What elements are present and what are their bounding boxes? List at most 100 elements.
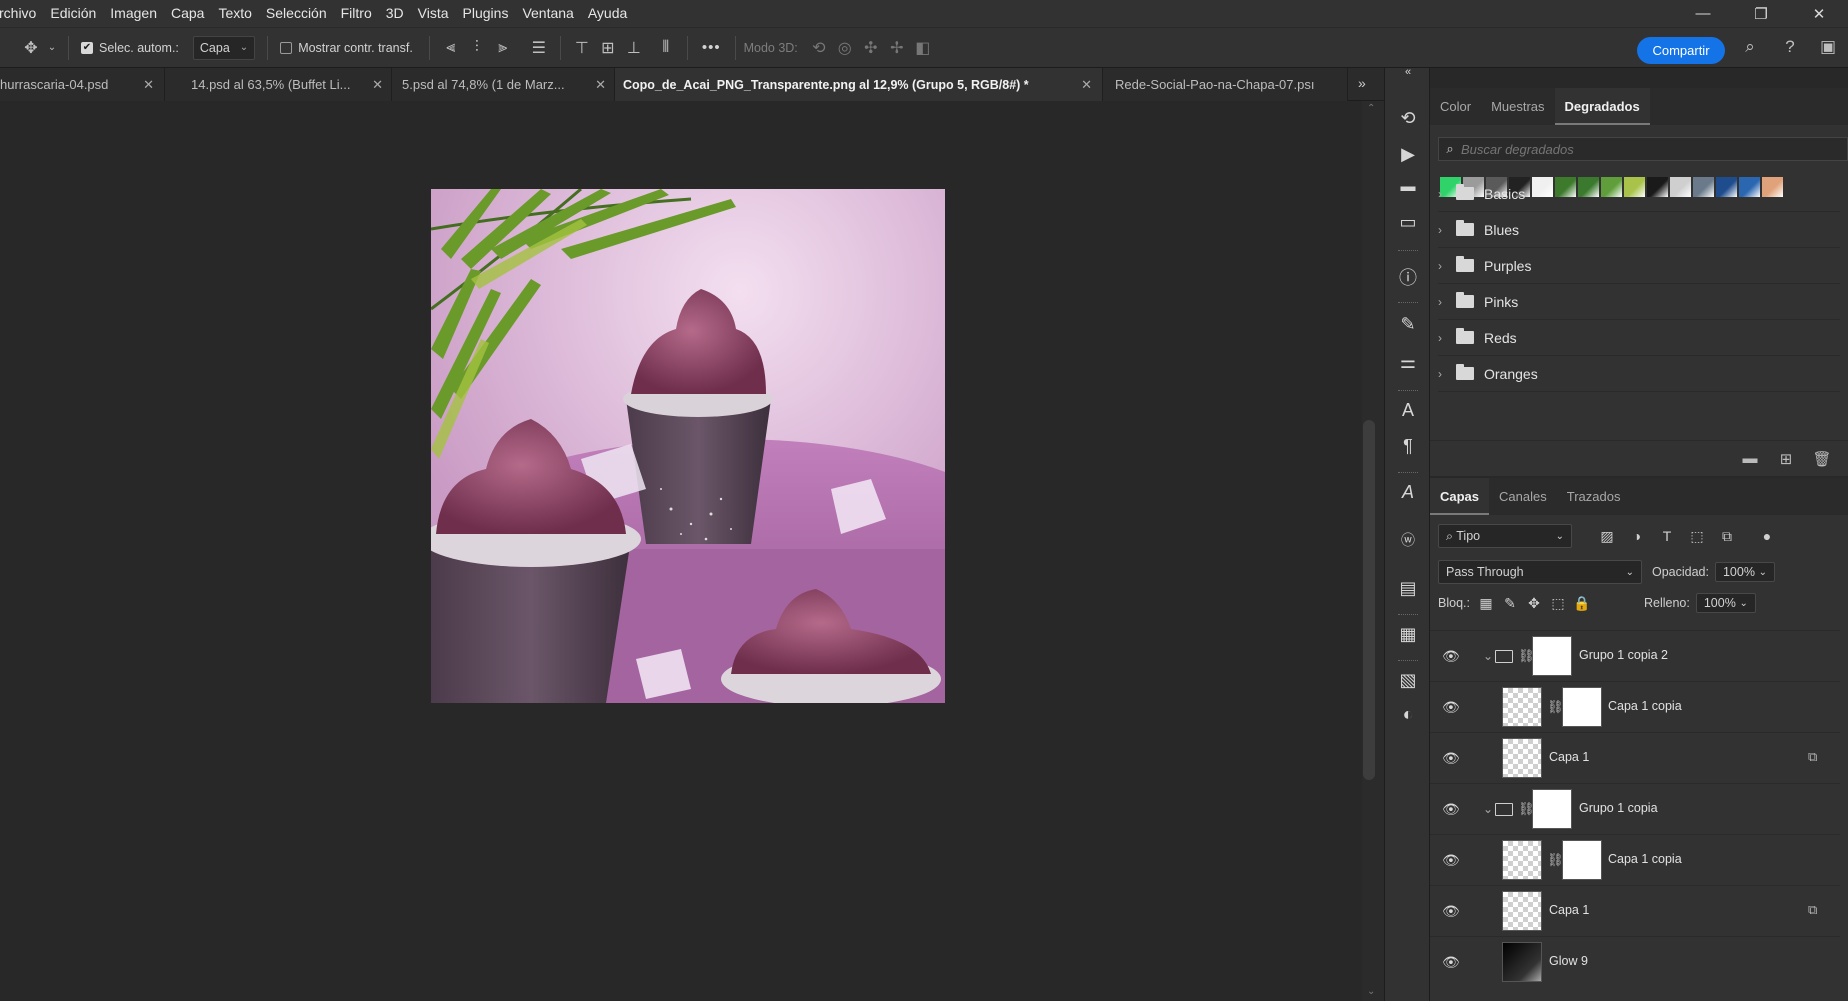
histogram-icon[interactable]: ◐ (1385, 704, 1431, 725)
layer-row-capa-1-copia[interactable]: 👁 ⛓ Capa 1 copia (1430, 834, 1840, 885)
menu-archivo[interactable]: rchivo (0, 0, 43, 27)
align-bottom-icon[interactable]: ⊥ (621, 38, 647, 58)
tab-gradients[interactable]: Degradados (1554, 88, 1650, 125)
close-icon[interactable]: ✕ (143, 77, 154, 93)
tab-paths[interactable]: Trazados (1557, 478, 1631, 515)
folder-purples[interactable]: › Purples (1438, 248, 1840, 284)
plugin-w-icon[interactable]: ⓦ (1385, 530, 1431, 550)
mask-thumbnail[interactable] (1532, 789, 1572, 829)
visibility-eye-icon[interactable]: 👁 (1442, 852, 1460, 869)
plugins-icon[interactable]: ▬ (1385, 178, 1431, 195)
doc-tab[interactable]: 5.psd al 74,8% (1 de Marz... ✕ (392, 68, 615, 101)
align-right-icon[interactable]: ⫸ (490, 39, 516, 57)
chevron-right-icon[interactable]: › (1438, 259, 1452, 273)
opacity-input[interactable]: 100% ⌄ (1714, 562, 1775, 582)
collapse-panels-icon[interactable]: « (1385, 66, 1431, 78)
menu-vista[interactable]: Vista (411, 0, 456, 27)
chevron-right-icon[interactable]: › (1438, 331, 1452, 345)
gradient-search-input[interactable] (1461, 141, 1831, 157)
tab-layers[interactable]: Capas (1430, 478, 1490, 515)
layer-row-group-1-copia-2[interactable]: 👁 ⌄ ⛓ Grupo 1 copia 2 (1430, 630, 1840, 681)
comments-icon[interactable]: ▭ (1385, 212, 1431, 233)
restore-button[interactable]: ❐ (1732, 0, 1790, 27)
doc-tab-active[interactable]: Copo_de_Acai_PNG_Transparente.png al 12,… (615, 68, 1103, 101)
visibility-eye-icon[interactable]: 👁 (1442, 699, 1460, 716)
history-icon[interactable]: ⟲ (1385, 108, 1431, 129)
slide-3d-icon[interactable]: ✢ (884, 38, 910, 58)
folder-blues[interactable]: › Blues (1438, 212, 1840, 248)
visibility-eye-icon[interactable]: 👁 (1442, 801, 1460, 818)
lock-transparent-icon[interactable]: ▦ (1474, 595, 1498, 612)
filter-adjustment-icon[interactable]: ◑ (1622, 528, 1652, 544)
lock-image-icon[interactable]: ✎ (1498, 595, 1522, 612)
folder-basics[interactable]: › Basics (1438, 176, 1840, 212)
camera-3d-icon[interactable]: ◧ (910, 38, 936, 58)
pan-3d-icon[interactable]: ✣ (858, 38, 884, 58)
menu-imagen[interactable]: Imagen (103, 0, 164, 27)
menu-3d[interactable]: 3D (379, 0, 411, 27)
mask-thumbnail[interactable] (1532, 636, 1572, 676)
menu-ayuda[interactable]: Ayuda (581, 0, 634, 27)
layer-thumbnail[interactable] (1502, 942, 1542, 982)
align-left-icon[interactable]: ⫷ (438, 39, 464, 57)
orbit-3d-icon[interactable]: ⟲ (806, 38, 832, 58)
menu-texto[interactable]: Texto (211, 0, 258, 27)
layer-filter-dropdown[interactable]: ⌕ Tipo ⌄ (1438, 524, 1572, 548)
tab-swatches[interactable]: Muestras (1481, 88, 1554, 125)
doc-tab[interactable]: hurrascaria-04.psd ✕ (0, 68, 165, 101)
chevron-right-icon[interactable]: › (1438, 187, 1452, 201)
properties-icon[interactable]: ▦ (1385, 624, 1431, 645)
visibility-eye-icon[interactable]: 👁 (1442, 903, 1460, 920)
new-group-folder-icon[interactable]: ▬ (1732, 450, 1768, 467)
distribute-icon[interactable]: ☰ (526, 38, 552, 58)
doc-tab[interactable]: Rede-Social-Pao-na-Chapa-07.psı (1103, 68, 1348, 101)
folder-oranges[interactable]: › Oranges (1438, 356, 1840, 392)
lock-artboard-icon[interactable]: ⬚ (1546, 595, 1570, 612)
lock-position-icon[interactable]: ✥ (1522, 595, 1546, 612)
visibility-eye-icon[interactable]: 👁 (1442, 648, 1460, 665)
scrollbar-thumb[interactable] (1363, 420, 1375, 780)
menu-plugins[interactable]: Plugins (456, 0, 516, 27)
doc-tab[interactable]: 14.psd al 63,5% (Buffet Li... ✕ (165, 68, 392, 101)
filter-pixel-icon[interactable]: ▨ (1592, 528, 1622, 545)
filter-toggle-icon[interactable]: ● (1752, 528, 1782, 544)
minimize-button[interactable]: — (1674, 0, 1732, 27)
document-image[interactable] (431, 189, 945, 703)
align-top-icon[interactable]: ⊤ (569, 38, 595, 58)
tab-color[interactable]: Color (1430, 88, 1481, 125)
filter-smart-object-icon[interactable]: ⧉ (1712, 528, 1742, 545)
close-window-button[interactable]: ✕ (1790, 0, 1848, 27)
lock-all-icon[interactable]: 🔒 (1570, 595, 1594, 612)
mask-thumbnail[interactable] (1562, 687, 1602, 727)
distribute-vertical-icon[interactable]: ⦀ (653, 39, 679, 57)
mask-thumbnail[interactable] (1562, 840, 1602, 880)
paragraph-icon[interactable]: ¶ (1385, 436, 1431, 457)
layer-thumbnail[interactable] (1502, 738, 1542, 778)
chevron-right-icon[interactable]: › (1438, 295, 1452, 309)
adjustments-icon[interactable]: ⚌ (1385, 352, 1431, 373)
navigator-icon[interactable]: ▧ (1385, 670, 1431, 691)
align-center-h-icon[interactable]: ⫶ (464, 39, 490, 57)
visibility-eye-icon[interactable]: 👁 (1442, 954, 1460, 971)
blend-mode-dropdown[interactable]: Pass Through ⌄ (1438, 560, 1642, 584)
actions-play-icon[interactable]: ▶ (1385, 144, 1431, 165)
workspace-icon[interactable]: ▣ (1815, 37, 1841, 57)
layer-thumbnail[interactable] (1502, 840, 1542, 880)
auto-select-target-dropdown[interactable]: Capa ⌄ (192, 35, 256, 60)
visibility-eye-icon[interactable]: 👁 (1442, 750, 1460, 767)
layer-thumbnail[interactable] (1502, 891, 1542, 931)
layer-row-glow-9[interactable]: 👁 Glow 9 (1430, 936, 1840, 987)
help-icon[interactable]: ? (1777, 37, 1803, 57)
roll-3d-icon[interactable]: ◎ (832, 38, 858, 58)
move-tool-icon[interactable]: ✥ (18, 38, 44, 58)
chevron-down-icon[interactable]: ⌄ (1483, 802, 1493, 816)
libraries-icon[interactable]: ▤ (1385, 578, 1431, 599)
folder-reds[interactable]: › Reds (1438, 320, 1840, 356)
chevron-right-icon[interactable]: › (1438, 367, 1452, 381)
chevron-down-icon[interactable]: ⌄ (1483, 649, 1493, 663)
layer-thumbnail[interactable] (1502, 687, 1542, 727)
tool-preset-chevron-icon[interactable]: ⌄ (44, 42, 60, 53)
more-options-button[interactable]: ••• (702, 39, 721, 56)
menu-capa[interactable]: Capa (164, 0, 211, 27)
layer-row-capa-1[interactable]: 👁 Capa 1 ⧉ (1430, 732, 1840, 783)
